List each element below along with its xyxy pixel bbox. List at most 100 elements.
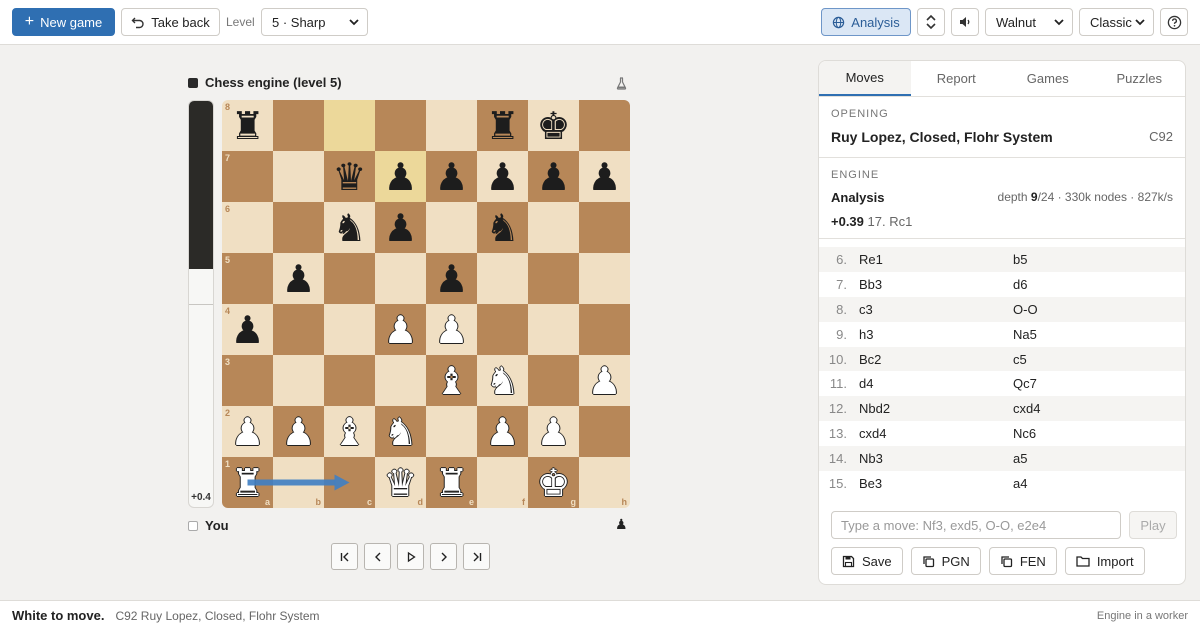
- square-d7[interactable]: ♟: [375, 151, 426, 202]
- play-moves-button[interactable]: [397, 543, 424, 570]
- square-f5[interactable]: [477, 253, 528, 304]
- white-queen-icon[interactable]: ♛: [383, 464, 417, 502]
- square-d6[interactable]: ♟: [375, 202, 426, 253]
- take-back-button[interactable]: Take back: [121, 8, 220, 36]
- black-pawn-icon[interactable]: ♟: [230, 311, 264, 349]
- square-a7[interactable]: 7: [222, 151, 273, 202]
- black-rook-icon[interactable]: ♜: [230, 107, 264, 145]
- square-a2[interactable]: 2 ♟: [222, 406, 273, 457]
- square-a6[interactable]: 6: [222, 202, 273, 253]
- analysis-button[interactable]: Analysis: [821, 8, 911, 36]
- square-d2[interactable]: ♞: [375, 406, 426, 457]
- black-pawn-icon[interactable]: ♟: [383, 158, 417, 196]
- square-c5[interactable]: [324, 253, 375, 304]
- square-f4[interactable]: [477, 304, 528, 355]
- white-pawn-icon[interactable]: ♟: [485, 413, 519, 451]
- white-bishop-icon[interactable]: ♝: [434, 362, 468, 400]
- white-knight-icon[interactable]: ♞: [485, 362, 519, 400]
- black-knight-icon[interactable]: ♞: [485, 209, 519, 247]
- piece-set-select[interactable]: Classic: [1079, 8, 1154, 36]
- black-move[interactable]: cxd4: [1011, 401, 1161, 416]
- white-rook-icon[interactable]: ♜: [434, 464, 468, 502]
- square-a5[interactable]: 5: [222, 253, 273, 304]
- black-move[interactable]: d6: [1011, 277, 1161, 292]
- square-d3[interactable]: [375, 355, 426, 406]
- previous-move-button[interactable]: [364, 543, 391, 570]
- square-d8[interactable]: [375, 100, 426, 151]
- square-b6[interactable]: [273, 202, 324, 253]
- black-pawn-icon[interactable]: ♟: [383, 209, 417, 247]
- square-e5[interactable]: ♟: [426, 253, 477, 304]
- white-move[interactable]: Re1: [847, 252, 1011, 267]
- square-h2[interactable]: [579, 406, 630, 457]
- save-button[interactable]: Save: [831, 547, 903, 575]
- flip-board-button[interactable]: [917, 8, 945, 36]
- square-e7[interactable]: ♟: [426, 151, 477, 202]
- square-b3[interactable]: [273, 355, 324, 406]
- square-h3[interactable]: ♟: [579, 355, 630, 406]
- square-e6[interactable]: [426, 202, 477, 253]
- square-f6[interactable]: ♞: [477, 202, 528, 253]
- white-pawn-icon[interactable]: ♟: [536, 413, 570, 451]
- last-move-button[interactable]: [463, 543, 490, 570]
- square-h1[interactable]: h: [579, 457, 630, 508]
- white-bishop-icon[interactable]: ♝: [332, 413, 366, 451]
- square-a8[interactable]: 8 ♜: [222, 100, 273, 151]
- white-move[interactable]: Nb3: [847, 451, 1011, 466]
- white-pawn-icon[interactable]: ♟: [281, 413, 315, 451]
- square-g2[interactable]: ♟: [528, 406, 579, 457]
- square-b1[interactable]: b: [273, 457, 324, 508]
- black-pawn-icon[interactable]: ♟: [587, 158, 621, 196]
- black-knight-icon[interactable]: ♞: [332, 209, 366, 247]
- white-move[interactable]: c3: [847, 302, 1011, 317]
- square-h6[interactable]: [579, 202, 630, 253]
- white-move[interactable]: d4: [847, 376, 1011, 391]
- white-move[interactable]: Bc2: [847, 352, 1011, 367]
- board-theme-select[interactable]: Walnut: [985, 8, 1073, 36]
- square-h5[interactable]: [579, 253, 630, 304]
- tab-moves[interactable]: Moves: [819, 61, 911, 96]
- black-pawn-icon[interactable]: ♟: [434, 158, 468, 196]
- black-pawn-icon[interactable]: ♟: [434, 260, 468, 298]
- square-d4[interactable]: ♟: [375, 304, 426, 355]
- white-move[interactable]: h3: [847, 327, 1011, 342]
- square-e4[interactable]: ♟: [426, 304, 477, 355]
- square-b4[interactable]: [273, 304, 324, 355]
- help-button[interactable]: [1160, 8, 1188, 36]
- tab-puzzles[interactable]: Puzzles: [1094, 61, 1186, 96]
- white-pawn-icon[interactable]: ♟: [587, 362, 621, 400]
- square-b2[interactable]: ♟: [273, 406, 324, 457]
- move-input[interactable]: [831, 511, 1121, 539]
- square-e1[interactable]: e ♜: [426, 457, 477, 508]
- white-move[interactable]: Bb3: [847, 277, 1011, 292]
- square-g7[interactable]: ♟: [528, 151, 579, 202]
- square-f1[interactable]: f: [477, 457, 528, 508]
- square-g3[interactable]: [528, 355, 579, 406]
- play-button[interactable]: Play: [1129, 511, 1177, 539]
- square-g8[interactable]: ♚: [528, 100, 579, 151]
- square-g1[interactable]: g ♚: [528, 457, 579, 508]
- square-h7[interactable]: ♟: [579, 151, 630, 202]
- square-e3[interactable]: ♝: [426, 355, 477, 406]
- black-pawn-icon[interactable]: ♟: [485, 158, 519, 196]
- black-queen-icon[interactable]: ♛: [332, 158, 366, 196]
- black-move[interactable]: Nc6: [1011, 426, 1161, 441]
- copy-pgn-button[interactable]: PGN: [910, 547, 981, 575]
- black-move[interactable]: O-O: [1011, 302, 1161, 317]
- square-f2[interactable]: ♟: [477, 406, 528, 457]
- chess-board[interactable]: 8 ♜ ♜ ♚ 7 ♛ ♟ ♟ ♟ ♟ ♟ 6 ♞ ♟ ♞ 5 ♟ ♟ 4 ♟ ♟ ♟ 3 ♝ ♞ ♟ 2 ♟ ♟ ♝ ♞ ♟ ♟ 1 a ♜ b c d ♛…: [222, 100, 630, 508]
- square-c3[interactable]: [324, 355, 375, 406]
- square-a3[interactable]: 3: [222, 355, 273, 406]
- import-button[interactable]: Import: [1064, 547, 1145, 575]
- square-g6[interactable]: [528, 202, 579, 253]
- square-b7[interactable]: [273, 151, 324, 202]
- square-h4[interactable]: [579, 304, 630, 355]
- tab-report[interactable]: Report: [911, 61, 1003, 96]
- white-move[interactable]: Nbd2: [847, 401, 1011, 416]
- square-g5[interactable]: [528, 253, 579, 304]
- black-move[interactable]: Qc7: [1011, 376, 1161, 391]
- square-c8[interactable]: [324, 100, 375, 151]
- square-a1[interactable]: 1 a ♜: [222, 457, 273, 508]
- white-move[interactable]: Be3: [847, 476, 1011, 491]
- square-e2[interactable]: [426, 406, 477, 457]
